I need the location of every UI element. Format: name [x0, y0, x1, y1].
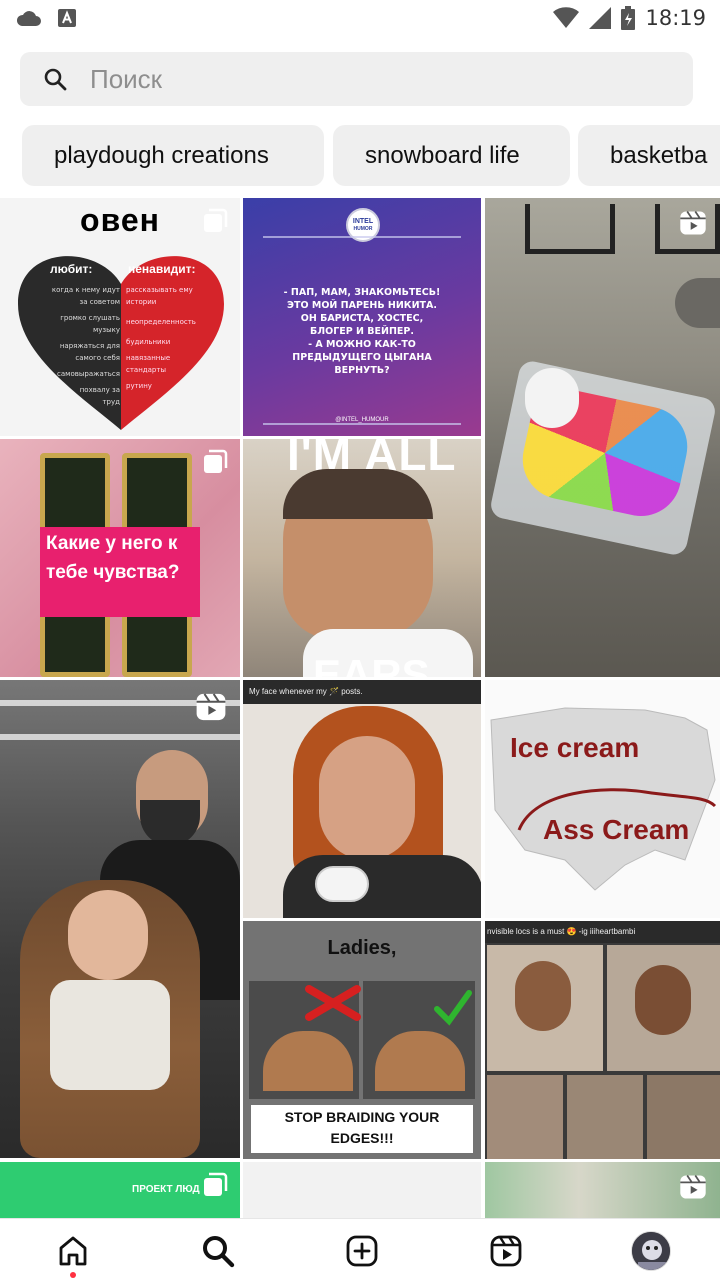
cloud-icon: [16, 11, 41, 26]
keyboard-a-icon: [58, 9, 76, 27]
chip-basketball[interactable]: basketba: [578, 125, 720, 186]
chip-playdough-creations[interactable]: playdough creations: [22, 125, 324, 186]
meme-bottom-text: EARS: [313, 651, 430, 677]
search-icon: [203, 1236, 235, 1268]
chip-label: snowboard life: [365, 142, 520, 169]
nav-create[interactable]: [342, 1231, 382, 1271]
profile-avatar[interactable]: [631, 1231, 671, 1271]
loves-heading: любит:: [50, 262, 93, 276]
reels-icon: [490, 1235, 522, 1267]
post-heading: Ladies,: [327, 937, 397, 959]
status-bar: 18:19: [0, 0, 720, 40]
notification-dot: [70, 1272, 76, 1278]
grid-post-intel-humor[interactable]: INTEL HUMOR - ПАП, МАМ, ЗНАКОМЬТЕСЬ! ЭТО …: [243, 198, 481, 436]
grid-post-aries[interactable]: овен любит: ненавидит: когда к нему идут…: [0, 198, 240, 436]
caption-box: Какие у него к тебе чувства?: [40, 527, 200, 617]
check-mark-icon: [434, 990, 472, 1026]
search-input[interactable]: [90, 62, 670, 96]
grid-post-project[interactable]: ПРОЕКТ ЛЮД: [0, 1162, 240, 1218]
nav-home[interactable]: [53, 1231, 93, 1271]
post-label: ПРОЕКТ ЛЮД: [132, 1184, 200, 1195]
grid-post-my-face[interactable]: My face whenever my 🪄 posts.: [243, 680, 481, 918]
carousel-icon: [204, 449, 228, 473]
post-caption: My face whenever my 🪄 posts.: [249, 687, 363, 696]
joke-text: - ПАП, МАМ, ЗНАКОМЬТЕСЬ! ЭТО МОЙ ПАРЕНЬ Н…: [283, 287, 441, 376]
carousel-icon: [204, 1172, 228, 1196]
grid-post-blank[interactable]: [243, 1162, 481, 1218]
post-handle: @INTEL_HUMOUR: [335, 417, 389, 423]
clock: 18:19: [645, 6, 706, 30]
wifi-icon: [553, 7, 580, 29]
create-icon: [346, 1235, 378, 1267]
cross-mark-icon: [305, 985, 361, 1021]
reels-icon: [196, 693, 226, 721]
explore-grid: овен любит: ненавидит: когда к нему идут…: [0, 198, 720, 1218]
avatar-image: [632, 1232, 670, 1270]
grid-post-invisible-locs[interactable]: nvisible locs is a must 😍 -ig iiiheartba…: [485, 921, 720, 1159]
loves-list: когда к нему идут за советом громко слуша…: [51, 286, 120, 406]
cell-signal-icon: [589, 7, 612, 29]
grid-post-ladies-braids[interactable]: Ladies, STOP BRAIDING YOUR EDGES!!!: [243, 921, 481, 1159]
hates-list: рассказывать ему истории неопределенность…: [126, 286, 196, 390]
hates-heading: ненавидит:: [128, 262, 196, 276]
nav-search[interactable]: [198, 1231, 238, 1271]
post-caption: nvisible locs is a must 😍 -ig iiiheartba…: [487, 927, 636, 936]
search-bar[interactable]: [20, 52, 693, 106]
map-label-top: Ice cream: [510, 732, 640, 763]
battery-icon: [621, 6, 636, 30]
grid-post-im-all-ears[interactable]: I'M ALL EARS: [243, 439, 481, 677]
grid-post-tarot[interactable]: Какие у него к тебе чувства?: [0, 439, 240, 677]
topic-chips: playdough creations snowboard life baske…: [0, 125, 720, 187]
home-icon: [59, 1236, 87, 1266]
search-icon: [44, 68, 67, 91]
post-footer: STOP BRAIDING YOUR EDGES!!!: [284, 1109, 440, 1146]
nav-reels[interactable]: [486, 1231, 526, 1271]
chip-label: basketba: [610, 142, 708, 169]
grid-post-ice-cream-map[interactable]: Ice cream Ass Cream: [485, 680, 720, 918]
chip-snowboard-life[interactable]: snowboard life: [333, 125, 570, 186]
grid-post-building-video[interactable]: [485, 1162, 720, 1218]
map-label-bottom: Ass Cream: [543, 814, 690, 845]
carousel-icon: [204, 208, 228, 232]
bottom-navigation: [0, 1218, 720, 1280]
reels-icon: [680, 1174, 706, 1199]
reels-icon: [680, 210, 706, 235]
chip-label: playdough creations: [54, 142, 269, 169]
grid-post-slime-bath-video[interactable]: [485, 198, 720, 677]
grid-post-barber-video[interactable]: [0, 680, 240, 1158]
